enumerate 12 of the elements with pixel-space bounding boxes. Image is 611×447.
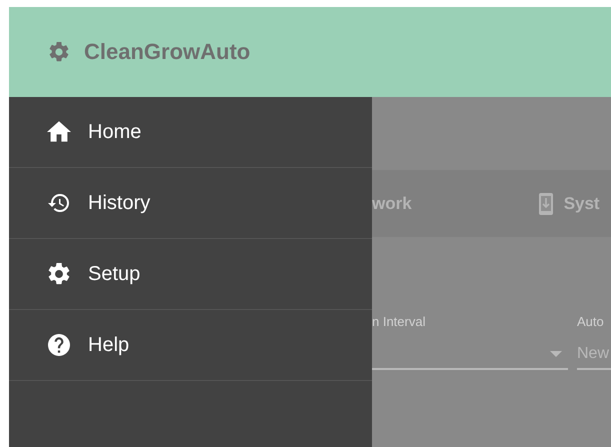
help-icon bbox=[47, 334, 71, 356]
gear-icon bbox=[47, 263, 71, 285]
field-label: n Interval bbox=[372, 314, 426, 330]
phone-download-icon bbox=[538, 192, 553, 214]
drawer-item[interactable]: Help bbox=[9, 310, 372, 381]
history-icon bbox=[47, 193, 71, 213]
home-icon bbox=[47, 121, 71, 143]
dropdown-caret-icon bbox=[550, 351, 562, 357]
drawer-item[interactable]: Home bbox=[9, 97, 372, 168]
field-label: Auto bbox=[577, 314, 605, 330]
app-title: CleanGrowAuto bbox=[84, 39, 250, 65]
gear-icon bbox=[47, 40, 71, 64]
